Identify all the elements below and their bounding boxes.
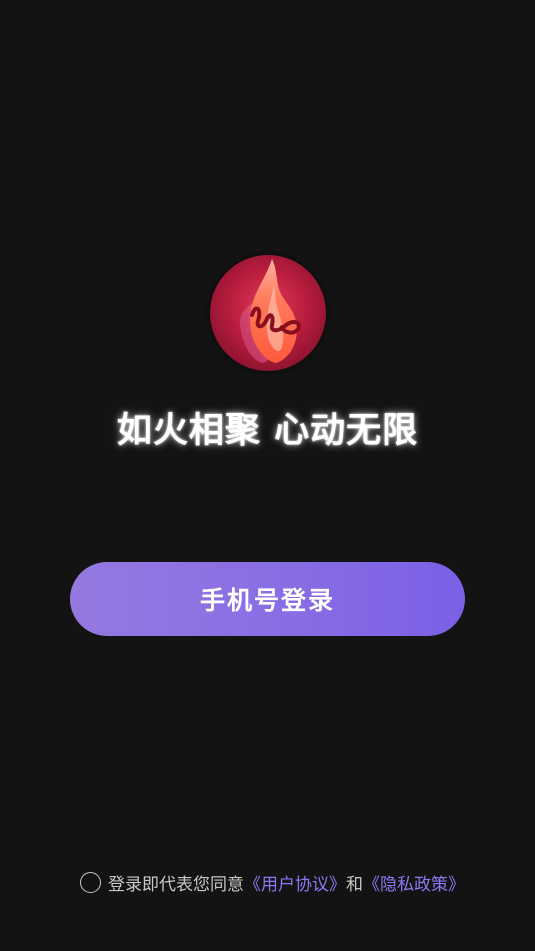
agree-checkbox[interactable]	[80, 871, 101, 893]
login-screen: 如火相聚 心动无限 手机号登录 登录即代表您同意 《用户协议》 和 《隐私政策》	[0, 0, 535, 951]
phone-login-button[interactable]: 手机号登录	[70, 562, 465, 636]
user-agreement-link[interactable]: 《用户协议》	[244, 870, 346, 895]
agreement-prefix-text: 登录即代表您同意	[108, 874, 244, 895]
slogan-text: 如火相聚 心动无限	[116, 411, 419, 451]
agreement-row: 登录即代表您同意 《用户协议》 和 《隐私政策》	[80, 869, 465, 895]
privacy-policy-link[interactable]: 《隐私政策》	[363, 870, 465, 895]
agreement-conjunction-text: 和	[346, 874, 363, 895]
flame-logo-icon	[239, 259, 301, 363]
phone-login-button-label: 手机号登录	[199, 586, 335, 615]
app-logo	[210, 255, 326, 371]
